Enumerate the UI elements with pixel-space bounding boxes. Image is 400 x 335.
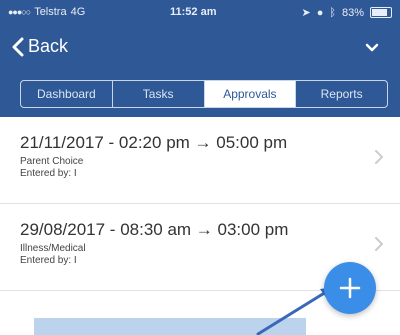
bluetooth-icon: ᛒ xyxy=(329,6,336,19)
chevron-left-icon xyxy=(12,37,24,56)
plus-icon xyxy=(339,277,361,299)
status-time: 11:52 am xyxy=(170,6,217,18)
carrier-label: Telstra xyxy=(34,6,67,18)
network-label: 4G xyxy=(70,6,86,18)
battery-fill xyxy=(372,9,387,16)
entry-reason: Parent Choice xyxy=(20,156,84,167)
entry-reason: Illness/Medical xyxy=(20,243,86,254)
entry-entered-by: Entered by: I xyxy=(20,168,77,179)
entry-title: 21/11/2017 - 02:20 pm → 05:00 pm xyxy=(20,133,288,152)
tab-reports[interactable]: Reports xyxy=(296,81,387,107)
chevron-down-icon[interactable] xyxy=(364,40,380,56)
annotation-highlight-box xyxy=(34,318,306,335)
chevron-right-icon xyxy=(375,237,383,251)
status-right: ➤ ● ᛒ 83% xyxy=(301,6,392,19)
location-icon: ➤ xyxy=(301,7,311,19)
nav-bar: Back xyxy=(0,32,400,68)
chevron-right-icon xyxy=(375,150,383,164)
entry-title: 29/08/2017 - 08:30 am → 03:00 pm xyxy=(20,220,289,239)
status-bar: ●●●○○ Telstra 4G 11:52 am ➤ ● ᛒ 83% xyxy=(0,0,400,24)
status-left: ●●●○○ Telstra 4G xyxy=(8,6,85,18)
tab-approvals[interactable]: Approvals xyxy=(204,81,297,107)
battery-percent: 83% xyxy=(341,6,364,19)
list-item[interactable]: 21/11/2017 - 02:20 pm → 05:00 pm Parent … xyxy=(0,117,400,204)
battery-icon xyxy=(370,7,392,18)
add-button[interactable] xyxy=(324,262,376,314)
tab-bar: Dashboard Tasks Approvals Reports xyxy=(20,80,388,108)
app-header: ●●●○○ Telstra 4G 11:52 am ➤ ● ᛒ 83% Back… xyxy=(0,0,400,117)
back-label: Back xyxy=(28,36,69,56)
signal-icon: ●●●○○ xyxy=(8,7,31,17)
tab-tasks[interactable]: Tasks xyxy=(113,81,205,107)
alarm-icon: ● xyxy=(316,6,324,19)
tab-dashboard[interactable]: Dashboard xyxy=(21,81,113,107)
back-button[interactable]: Back xyxy=(12,36,68,57)
